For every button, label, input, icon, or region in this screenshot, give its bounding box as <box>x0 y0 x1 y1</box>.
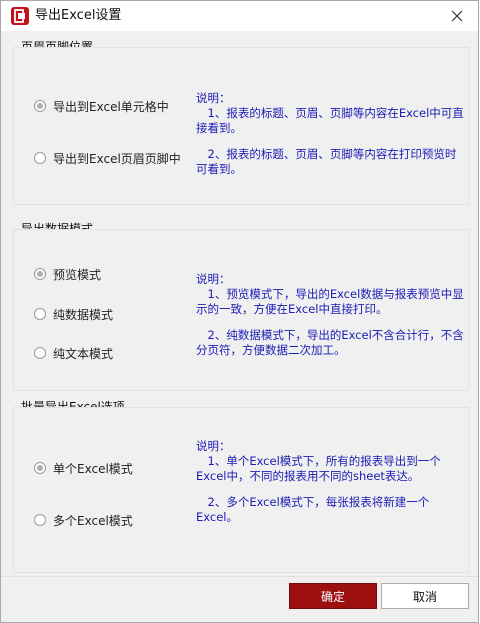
description-item-1: 1、单个Excel模式下，所有的报表导出到一个Excel中，不同的报表用不同的s… <box>196 454 441 483</box>
radio-label: 单个Excel模式 <box>53 461 133 476</box>
group-header-footer: 导出到Excel单元格中 导出到Excel页眉页脚中 说明： 1、报表的标题、页… <box>13 47 469 205</box>
description-item-1: 1、预览模式下，导出的Excel数据与报表预览中显示的一致，方便在Excel中直… <box>196 287 464 316</box>
description-heading: 说明： <box>196 91 231 105</box>
radio-label: 导出到Excel页眉页脚中 <box>53 151 181 166</box>
radio-label: 多个Excel模式 <box>53 513 133 528</box>
radio-preview-mode[interactable]: 预览模式 <box>34 265 101 283</box>
radio-pure-text-mode[interactable]: 纯文本模式 <box>34 344 113 362</box>
description-batch-export: 说明： 1、单个Excel模式下，所有的报表导出到一个Excel中，不同的报表用… <box>196 439 466 525</box>
title-bar[interactable]: 导出Excel设置 <box>1 1 478 31</box>
description-item-1: 1、报表的标题、页眉、页脚等内容在Excel中可直接看到。 <box>196 106 464 135</box>
radio-export-to-cells[interactable]: 导出到Excel单元格中 <box>34 97 169 115</box>
radio-pure-data-mode[interactable]: 纯数据模式 <box>34 305 113 323</box>
radio-label: 纯文本模式 <box>53 346 114 361</box>
radio-indicator[interactable] <box>34 152 46 164</box>
radio-multiple-excel-mode[interactable]: 多个Excel模式 <box>34 511 133 529</box>
app-logo-icon <box>11 7 29 25</box>
ok-button[interactable]: 确定 <box>289 583 377 609</box>
window-title: 导出Excel设置 <box>35 8 122 23</box>
radio-indicator-checked[interactable] <box>34 462 46 474</box>
radio-indicator[interactable] <box>34 514 46 526</box>
radio-indicator-checked[interactable] <box>34 268 46 280</box>
description-heading: 说明： <box>196 272 231 286</box>
radio-indicator[interactable] <box>34 308 46 320</box>
group-batch-export: 单个Excel模式 多个Excel模式 说明： 1、单个Excel模式下，所有的… <box>13 407 469 573</box>
description-heading: 说明： <box>196 439 231 453</box>
group-export-mode: 预览模式 纯数据模式 纯文本模式 说明： 1、预览模式下，导出的Excel数据与… <box>13 229 469 391</box>
description-export-mode: 说明： 1、预览模式下，导出的Excel数据与报表预览中显示的一致，方便在Exc… <box>196 272 466 358</box>
description-item-2: 2、多个Excel模式下，每张报表将新建一个Excel。 <box>196 495 430 524</box>
description-item-2: 2、报表的标题、页眉、页脚等内容在打印预览时可看到。 <box>196 147 457 176</box>
export-excel-dialog: 导出Excel设置 页眉页脚位置 导出到Excel单元格中 导出到Excel页眉… <box>0 0 479 623</box>
cancel-button[interactable]: 取消 <box>381 583 469 609</box>
radio-indicator-checked[interactable] <box>34 100 46 112</box>
footer-divider <box>1 576 478 577</box>
radio-label: 预览模式 <box>53 267 102 282</box>
close-icon[interactable] <box>446 5 468 27</box>
description-header-footer: 说明： 1、报表的标题、页眉、页脚等内容在Excel中可直接看到。 2、报表的标… <box>196 91 466 177</box>
radio-export-to-header-footer[interactable]: 导出到Excel页眉页脚中 <box>34 149 181 167</box>
radio-indicator[interactable] <box>34 347 46 359</box>
radio-label: 纯数据模式 <box>53 307 114 322</box>
radio-single-excel-mode[interactable]: 单个Excel模式 <box>34 459 133 477</box>
radio-label: 导出到Excel单元格中 <box>53 99 169 114</box>
description-item-2: 2、纯数据模式下，导出的Excel不含合计行，不含分页符，方便数据二次加工。 <box>196 328 464 357</box>
